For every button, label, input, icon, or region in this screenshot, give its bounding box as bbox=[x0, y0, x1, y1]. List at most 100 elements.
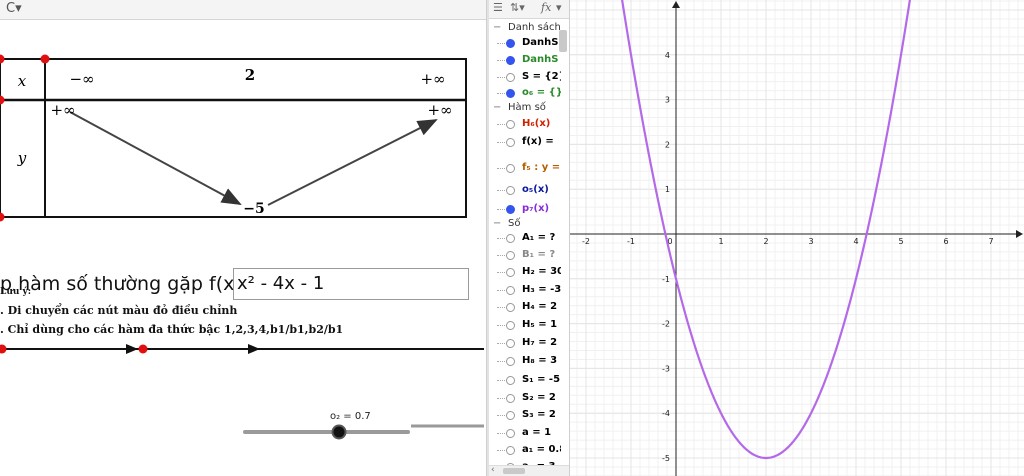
algebra-row[interactable]: o₅(x) bbox=[489, 183, 561, 199]
visibility-toggle[interactable] bbox=[506, 56, 515, 65]
function-input[interactable]: x² - 4x - 1 bbox=[233, 268, 469, 300]
y-tick-label: -2 bbox=[662, 320, 670, 329]
algebra-row-text: o₅(x) bbox=[522, 184, 549, 195]
tree-connector bbox=[497, 142, 505, 143]
collapse-icon[interactable]: − bbox=[493, 22, 501, 33]
algebra-category-label: Hàm số bbox=[508, 102, 546, 113]
visibility-toggle[interactable] bbox=[506, 39, 515, 48]
visibility-toggle[interactable] bbox=[506, 268, 515, 277]
y-tick-label: -5 bbox=[662, 454, 670, 463]
algebra-row[interactable]: p₇(x) bbox=[489, 202, 561, 218]
x-tick-label: 4 bbox=[853, 237, 858, 246]
y-tick-label: 3 bbox=[665, 96, 670, 105]
algebra-hscroll[interactable]: ‹ bbox=[489, 465, 569, 476]
hscroll-thumb[interactable] bbox=[503, 468, 525, 474]
visibility-toggle[interactable] bbox=[506, 286, 515, 295]
y-value-left: +∞ bbox=[50, 101, 75, 119]
algebra-row[interactable]: H₃ = -3 bbox=[489, 283, 561, 299]
algebra-row[interactable]: S₃ = 2 bbox=[489, 408, 561, 424]
control-point[interactable] bbox=[40, 54, 50, 64]
algebra-row[interactable]: H₈ = 3 bbox=[489, 354, 561, 370]
visibility-toggle[interactable] bbox=[506, 234, 515, 243]
algebra-row-text: H₆(x) bbox=[522, 118, 551, 129]
algebra-row[interactable]: H₄ = 2 bbox=[489, 300, 561, 316]
visibility-toggle[interactable] bbox=[506, 73, 515, 82]
visibility-toggle[interactable] bbox=[506, 120, 515, 129]
visibility-toggle[interactable] bbox=[506, 251, 515, 260]
visibility-toggle[interactable] bbox=[506, 89, 515, 98]
algebra-row-text: H₃ = -3 bbox=[522, 284, 561, 295]
visibility-toggle[interactable] bbox=[506, 138, 515, 147]
graphics-view-left[interactable]: C▾ x y −∞ 2 +∞ +∞ +∞ −5 p hàm số thường … bbox=[0, 0, 486, 476]
control-point[interactable] bbox=[0, 54, 5, 64]
visibility-toggle[interactable] bbox=[506, 164, 515, 173]
visibility-toggle[interactable] bbox=[506, 339, 515, 348]
chevron-down-icon[interactable]: ▾ bbox=[556, 1, 562, 14]
visibility-toggle[interactable] bbox=[506, 357, 515, 366]
algebra-row[interactable]: o₆ = {} bbox=[489, 86, 561, 102]
slider-o2-knob[interactable] bbox=[331, 424, 347, 440]
control-point[interactable] bbox=[0, 344, 7, 354]
algebra-row-text: p₇(x) bbox=[522, 203, 550, 214]
tree-connector bbox=[497, 343, 505, 344]
control-point[interactable] bbox=[0, 212, 5, 222]
algebra-category-label: Số bbox=[508, 218, 521, 229]
algebra-row-text: H₂ = 30 bbox=[522, 266, 561, 277]
algebra-view[interactable]: ☰ ⇅▾ fx ▾ − Danh sách − Hàm số − Số DanhS DanhS… bbox=[489, 0, 570, 476]
algebra-row-text: S₂ = 2 bbox=[522, 392, 556, 403]
y-tick-label: -3 bbox=[662, 364, 670, 373]
tree-connector bbox=[497, 450, 505, 451]
track-arrow bbox=[248, 344, 260, 354]
algebra-row-text: f(x) = bbox=[522, 136, 554, 147]
tree-connector bbox=[497, 255, 505, 256]
algebra-row-text: H₅ = 1 bbox=[522, 319, 558, 330]
algebra-row[interactable]: a₁ = 0.8 bbox=[489, 443, 561, 459]
algebra-row[interactable]: a = 1 bbox=[489, 426, 561, 442]
variation-table: x y −∞ 2 +∞ +∞ +∞ −5 bbox=[0, 54, 484, 440]
algebra-row[interactable]: f(x) = bbox=[489, 135, 561, 151]
algebra-row[interactable]: B₁ = ? bbox=[489, 248, 561, 264]
tree-connector bbox=[497, 209, 505, 210]
x-header: x bbox=[18, 72, 27, 90]
algebra-row[interactable]: DanhS bbox=[489, 53, 561, 69]
algebra-row[interactable]: H₅ = 1 bbox=[489, 318, 561, 334]
tree-connector bbox=[497, 325, 505, 326]
visibility-toggle[interactable] bbox=[506, 303, 515, 312]
algebra-row[interactable]: H₂ = 30 bbox=[489, 265, 561, 281]
x-tick-label: -1 bbox=[627, 237, 635, 246]
algebra-row[interactable]: A₁ = ? bbox=[489, 231, 561, 247]
collapse-icon[interactable]: − bbox=[493, 218, 501, 229]
control-point[interactable] bbox=[0, 95, 5, 105]
graphics-view-right[interactable]: -2 -1 0 1 2 3 4 5 6 74321-1-2-3-4-5 bbox=[570, 0, 1024, 476]
algebra-row-text: H₄ = 2 bbox=[522, 301, 558, 312]
visibility-toggle[interactable] bbox=[506, 321, 515, 330]
visibility-toggle[interactable] bbox=[506, 394, 515, 403]
tree-connector bbox=[497, 77, 505, 78]
control-point[interactable] bbox=[138, 344, 148, 354]
visibility-toggle[interactable] bbox=[506, 446, 515, 455]
x-tick-label: 7 bbox=[988, 237, 993, 246]
algebra-scrollbar[interactable] bbox=[559, 30, 567, 52]
y-tick-label: 2 bbox=[665, 140, 670, 149]
algebra-row[interactable]: f₅ : y = bbox=[489, 161, 561, 177]
algebra-row[interactable]: S = {2} bbox=[489, 70, 561, 86]
algebra-row[interactable]: DanhS bbox=[489, 36, 561, 52]
visibility-toggle[interactable] bbox=[506, 429, 515, 438]
visibility-toggle[interactable] bbox=[506, 411, 515, 420]
chevron-left-icon[interactable]: ‹ bbox=[491, 465, 495, 475]
tree-connector bbox=[497, 190, 505, 191]
algebra-row[interactable]: S₁ = -5 bbox=[489, 373, 561, 389]
sort-icon[interactable]: ⇅▾ bbox=[510, 1, 525, 14]
visibility-toggle[interactable] bbox=[506, 376, 515, 385]
lines-icon[interactable]: ☰ bbox=[493, 1, 503, 14]
algebra-row[interactable]: H₆(x) bbox=[489, 117, 561, 133]
algebra-row[interactable]: S₂ = 2 bbox=[489, 391, 561, 407]
fx-icon[interactable]: fx bbox=[541, 1, 551, 14]
visibility-toggle[interactable] bbox=[506, 186, 515, 195]
algebra-row[interactable]: H₇ = 2 bbox=[489, 336, 561, 352]
visibility-toggle[interactable] bbox=[506, 205, 515, 214]
x-axis-arrow bbox=[1016, 230, 1023, 238]
algebra-row-text: DanhS bbox=[522, 54, 559, 65]
collapse-icon[interactable]: − bbox=[493, 102, 501, 113]
tree-connector bbox=[497, 272, 505, 273]
